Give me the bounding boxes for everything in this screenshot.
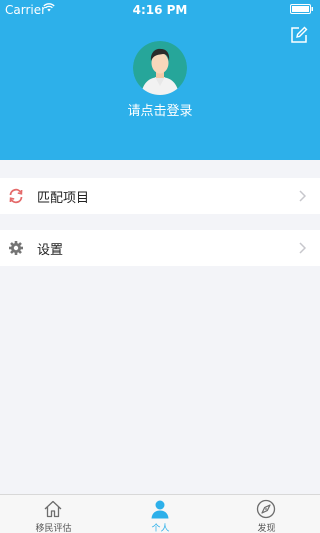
gear-icon [9, 241, 23, 255]
avatar-image [133, 41, 187, 95]
profile-header: Carrier 4:16 PM 请点击登录 [0, 0, 320, 160]
tab-personal[interactable]: 个人 [107, 495, 214, 533]
chevron-right-icon [299, 190, 306, 202]
compass-icon [256, 499, 276, 519]
status-time: 4:16 PM [132, 3, 188, 17]
home-icon [44, 500, 62, 518]
tab-label: 个人 [151, 524, 170, 533]
avatar[interactable] [133, 41, 187, 95]
tab-label: 移民评估 [35, 524, 72, 533]
battery-icon [290, 4, 313, 14]
tab-bar: 移民评估 个人 发现 [0, 494, 320, 533]
status-bar: Carrier 4:16 PM [0, 0, 320, 20]
login-prompt[interactable]: 请点击登录 [0, 100, 320, 119]
person-icon [151, 500, 169, 519]
edit-icon[interactable] [290, 26, 308, 44]
tab-immigration-assessment[interactable]: 移民评估 [0, 495, 107, 533]
menu-item-label: 设置 [37, 243, 64, 258]
chevron-right-icon [299, 242, 306, 254]
menu-item-settings[interactable]: 设置 [0, 230, 320, 266]
menu-item-match-projects[interactable]: 匹配项目 [0, 178, 320, 214]
tab-label: 发现 [257, 524, 276, 533]
tab-discover[interactable]: 发现 [213, 495, 320, 533]
menu-item-label: 匹配项目 [37, 191, 90, 206]
sync-icon [9, 188, 23, 204]
